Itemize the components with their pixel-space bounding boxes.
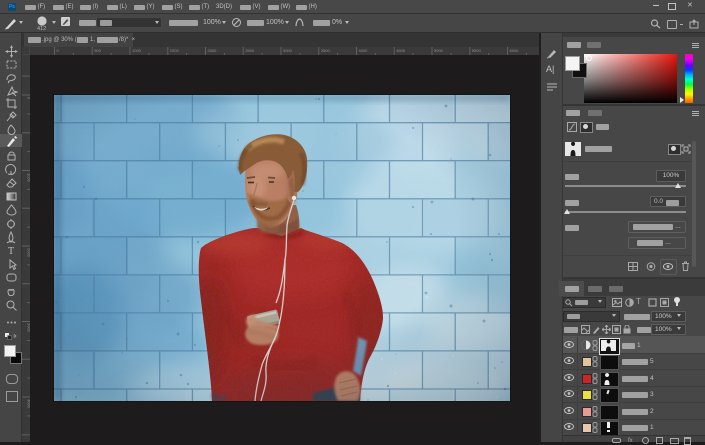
- svg-text:2000: 2000: [27, 248, 31, 258]
- svg-text:4500: 4500: [396, 48, 406, 53]
- svg-text:6000: 6000: [510, 48, 520, 53]
- svg-text:0: 0: [57, 48, 60, 53]
- svg-text:1000: 1000: [132, 48, 142, 53]
- svg-text:2000: 2000: [208, 48, 218, 53]
- svg-text:4000: 4000: [359, 48, 369, 53]
- svg-text:5000: 5000: [434, 48, 444, 53]
- svg-text:4000: 4000: [27, 399, 31, 409]
- svg-text:3000: 3000: [27, 323, 31, 333]
- svg-text:T: T: [8, 246, 14, 257]
- svg-text:5500: 5500: [472, 48, 482, 53]
- svg-text:0: 0: [27, 97, 31, 100]
- svg-text:500: 500: [94, 48, 101, 53]
- svg-text:1500: 1500: [170, 48, 180, 53]
- svg-text:3500: 3500: [321, 48, 331, 53]
- svg-text:3000: 3000: [283, 48, 293, 53]
- svg-text:2500: 2500: [245, 48, 255, 53]
- svg-text:1000: 1000: [27, 173, 31, 183]
